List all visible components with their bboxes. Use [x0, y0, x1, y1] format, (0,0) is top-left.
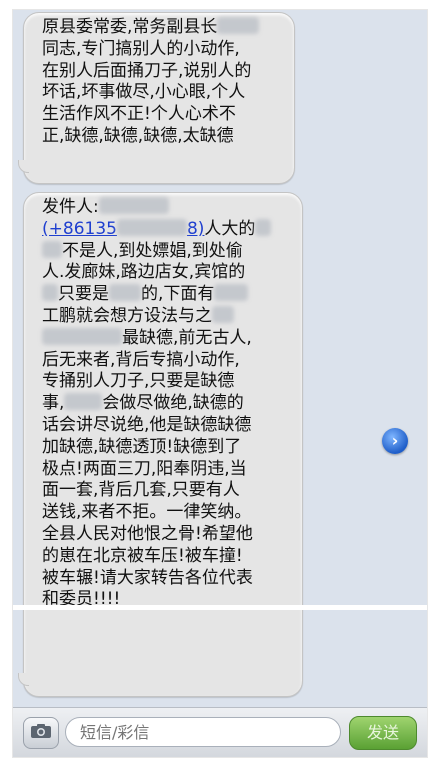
- sender-line: 发件人:: [42, 197, 292, 219]
- message-line: 工鹏就会想方设法与之: [42, 305, 292, 328]
- screenshot-seam: [13, 605, 427, 610]
- message-line: 只要是 的,下面有: [42, 284, 292, 306]
- message-line: 事, 会做尽做绝,缺德的: [42, 393, 244, 414]
- message-line: 极点!两面三刀,阳奉阴违,当: [42, 458, 247, 479]
- camera-button[interactable]: [23, 717, 59, 749]
- message-line: 被车辗!请大家转告各位代表: [42, 567, 253, 588]
- redacted-block: [109, 284, 141, 302]
- message-bubble-2[interactable]: 发件人: (+86135 8)人大的 不是人,到处嫖娼,到处偷 人.发廊妹,路边店…: [18, 192, 303, 697]
- redacted-block: [255, 218, 272, 236]
- message-line: 生活作风不正!个人心术不: [42, 104, 236, 125]
- redacted-block: [217, 17, 260, 34]
- redacted-block: [42, 327, 122, 345]
- message-line: 加缺德,缺德透顶!缺德到了: [42, 436, 242, 457]
- redacted-block: [98, 197, 169, 214]
- redacted-block: [42, 240, 62, 258]
- message-line: 在别人后面捅刀子,说别人的: [42, 60, 252, 81]
- message-line: 后无来者,背后专搞小动作,: [42, 349, 240, 370]
- sender-phone-link[interactable]: (+86135 8): [42, 218, 204, 239]
- message-line: 不是人,到处嫖娼,到处偷: [42, 240, 292, 263]
- message-line: 的崽在北京被车压!被车撞!: [42, 545, 243, 566]
- message-input-bar: 发送: [13, 707, 427, 757]
- message-line: 正,缺德,缺德,缺德,太缺德: [42, 125, 234, 146]
- redacted-block: [116, 218, 187, 236]
- message-line: 人.发廊妹,路边店女,宾馆的: [42, 262, 246, 283]
- message-line: 面一套,背后几套,只要有人: [42, 480, 240, 501]
- message-line: 专捅别人刀子,只要是缺德: [42, 371, 235, 392]
- send-button[interactable]: 发送: [349, 716, 417, 750]
- message-line: 原县委常委,常务副县长: [42, 17, 284, 39]
- message-line: 全县人民对他恨之骨!希望他: [42, 523, 253, 544]
- sender-label: 发件人:: [42, 197, 99, 217]
- message-line: 话会讲尽说绝,他是缺德缺德: [42, 414, 252, 435]
- redacted-block: [42, 284, 58, 302]
- message-line: 同志,专门搞别人的小动作,: [42, 38, 240, 59]
- message-line: 坏话,坏事做尽,小心眼,个人: [42, 82, 246, 103]
- message-input[interactable]: [65, 717, 341, 747]
- redacted-block: [212, 305, 234, 323]
- sms-thread: 原县委常委,常务副县长 同志,专门搞别人的小动作, 在别人后面捅刀子,说别人的 …: [13, 10, 427, 757]
- redacted-block: [214, 284, 249, 302]
- message-line: 最缺德,前无古人,: [42, 327, 292, 350]
- redacted-block: [64, 393, 103, 411]
- message-line: 送钱,来者不拒。一律笑纳。: [42, 502, 252, 523]
- camera-icon: [30, 723, 52, 743]
- sender-phone-line: (+86135 8)人大的: [42, 218, 292, 241]
- forward-arrow-icon[interactable]: ›: [382, 428, 408, 454]
- message-bubble-1[interactable]: 原县委常委,常务副县长 同志,专门搞别人的小动作, 在别人后面捅刀子,说别人的 …: [18, 12, 295, 184]
